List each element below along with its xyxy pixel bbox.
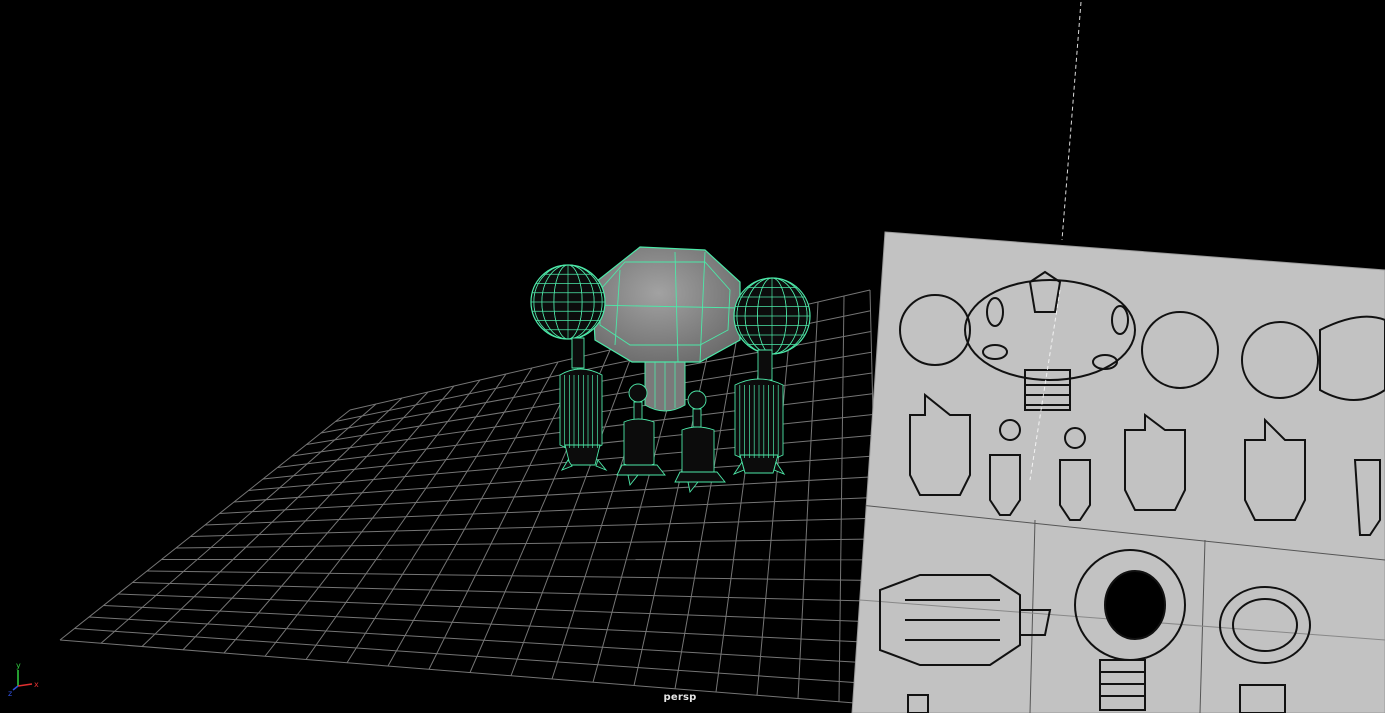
- ground-grid: [59, 289, 881, 706]
- robot-model[interactable]: [530, 246, 811, 494]
- axis-x-label: x: [34, 680, 39, 689]
- axis-y-label: y: [16, 661, 21, 670]
- robot-neck[interactable]: [644, 354, 686, 412]
- scene-canvas[interactable]: y x z: [0, 0, 1385, 713]
- camera-name-label: persp: [663, 692, 697, 703]
- axis-z-label: z: [8, 689, 12, 698]
- axis-x-line: [17, 683, 33, 687]
- reference-image-plane[interactable]: [851, 231, 1385, 713]
- robot-head[interactable]: [591, 246, 741, 363]
- grid-line: [59, 639, 881, 706]
- pivot-guide-line: [1061, 1, 1082, 241]
- robot-right-shoulder-sphere[interactable]: [733, 277, 811, 355]
- persp-viewport[interactable]: y x z persp: [0, 0, 1385, 713]
- robot-left-shoulder-sphere[interactable]: [530, 264, 606, 340]
- axis-z-line: [12, 685, 19, 691]
- axis-gizmo: y x z: [8, 661, 39, 698]
